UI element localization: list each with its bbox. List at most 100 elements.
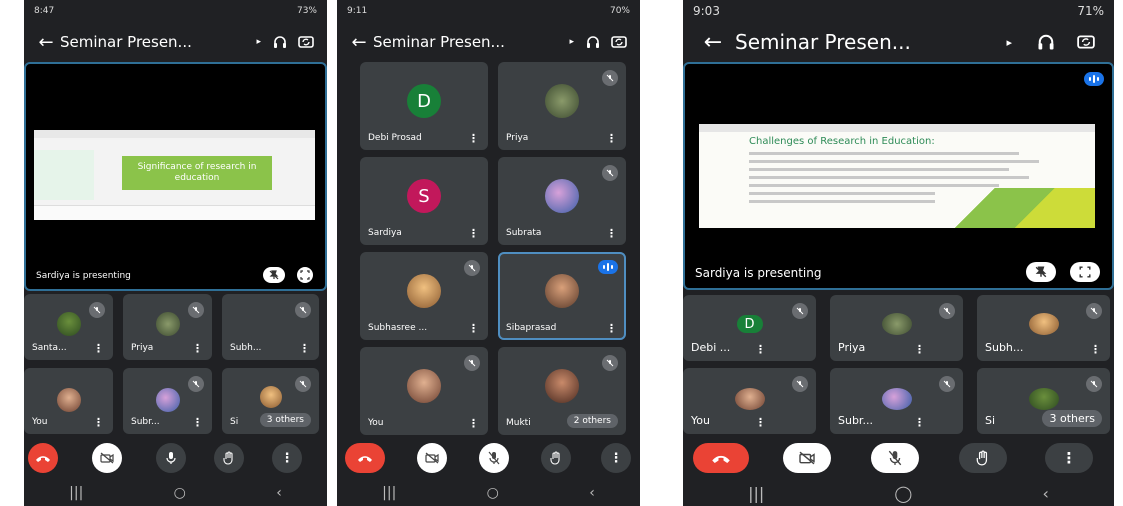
others-count[interactable]: 2 others xyxy=(566,414,618,428)
unpin-icon[interactable] xyxy=(263,267,285,283)
raise-hand-button[interactable] xyxy=(959,443,1007,473)
participant-name: Priya xyxy=(838,341,866,354)
microphone-button[interactable] xyxy=(156,443,186,473)
participant-tile[interactable]: Subr... ⋮ xyxy=(123,368,212,434)
recent-apps-icon[interactable]: ||| xyxy=(748,484,764,503)
presentation-view[interactable]: Significance of research in education Sa… xyxy=(24,62,327,291)
recent-apps-icon[interactable]: ||| xyxy=(69,485,83,501)
end-call-button[interactable] xyxy=(693,443,749,473)
home-icon[interactable]: ◯ xyxy=(894,484,912,503)
camera-off-button[interactable] xyxy=(417,443,447,473)
more-options-icon[interactable]: ⋮ xyxy=(468,227,479,240)
more-options-icon[interactable]: ⋮ xyxy=(914,416,925,429)
participant-tile[interactable]: D Debi Prosad ⋮ xyxy=(360,62,488,150)
home-icon[interactable]: ○ xyxy=(174,485,186,501)
others-count[interactable]: 3 others xyxy=(259,413,311,427)
back-icon[interactable]: ‹ xyxy=(276,485,282,501)
switch-camera-icon[interactable] xyxy=(1066,29,1106,55)
participant-tile[interactable]: Subr... ⋮ xyxy=(830,368,963,434)
more-options-icon[interactable]: ⋮ xyxy=(755,416,766,429)
title-chevron-icon[interactable]: ▸ xyxy=(256,37,261,47)
participant-name: Subhasree ... xyxy=(368,323,428,333)
back-icon[interactable]: ‹ xyxy=(1043,484,1049,503)
headphones-icon[interactable] xyxy=(580,29,606,55)
more-options-icon[interactable]: ⋮ xyxy=(93,342,104,355)
back-arrow-icon[interactable]: ← xyxy=(32,32,60,53)
switch-camera-icon[interactable] xyxy=(293,29,319,55)
participant-tile[interactable]: You ⋮ xyxy=(24,368,113,434)
participant-tile[interactable]: You ⋮ xyxy=(683,368,816,434)
participant-photo xyxy=(56,388,81,412)
participant-tile[interactable]: Mukti 2 others xyxy=(498,347,626,435)
participant-tile[interactable]: Subh... ⋮ xyxy=(977,295,1110,361)
participant-tile[interactable]: Santa... ⋮ xyxy=(24,294,113,360)
participant-tile-active-speaker[interactable]: Sibaprasad ⋮ xyxy=(498,252,626,340)
muted-mic-icon xyxy=(188,376,204,392)
title-chevron-icon[interactable]: ▸ xyxy=(1006,36,1012,49)
participant-photo xyxy=(545,84,579,118)
meeting-title[interactable]: Seminar Presen... xyxy=(60,33,256,51)
muted-mic-icon xyxy=(464,355,480,371)
microphone-off-button[interactable] xyxy=(479,443,509,473)
headphones-icon[interactable] xyxy=(267,29,293,55)
back-icon[interactable]: ‹ xyxy=(589,485,595,501)
more-options-icon[interactable]: ⋮ xyxy=(468,322,479,335)
recent-apps-icon[interactable]: ||| xyxy=(382,485,396,501)
end-call-button[interactable] xyxy=(28,443,58,473)
title-chevron-icon[interactable]: ▸ xyxy=(569,37,574,47)
participant-tile[interactable]: Subrata ⋮ xyxy=(498,157,626,245)
android-nav-bar: ||| ◯ ‹ xyxy=(683,480,1114,506)
meeting-title[interactable]: Seminar Presen... xyxy=(735,30,1006,54)
more-options-icon[interactable]: ⋮ xyxy=(299,342,310,355)
participant-tile[interactable]: You ⋮ xyxy=(360,347,488,435)
camera-off-button[interactable] xyxy=(92,443,122,473)
participant-tile[interactable]: Si 3 others xyxy=(222,368,319,434)
switch-camera-icon[interactable] xyxy=(606,29,632,55)
more-options-icon[interactable]: ⋮ xyxy=(93,416,104,429)
camera-off-button[interactable] xyxy=(783,443,831,473)
participant-tile[interactable]: Priya ⋮ xyxy=(498,62,626,150)
participant-tile[interactable]: Si 3 others xyxy=(977,368,1110,434)
more-options-icon[interactable]: ⋮ xyxy=(606,322,617,335)
participant-tile[interactable]: S Sardiya ⋮ xyxy=(360,157,488,245)
more-options-icon[interactable]: ⋮ xyxy=(755,343,766,356)
more-options-icon[interactable]: ⋮ xyxy=(468,417,479,430)
more-options-button[interactable]: ⋮ xyxy=(1045,443,1093,473)
microphone-off-button[interactable] xyxy=(871,443,919,473)
participant-tile[interactable]: Subhasree ... ⋮ xyxy=(360,252,488,340)
more-options-icon[interactable]: ⋮ xyxy=(192,342,203,355)
participant-tile[interactable]: Priya ⋮ xyxy=(830,295,963,361)
more-options-button[interactable]: ⋮ xyxy=(601,443,631,473)
more-options-icon[interactable]: ⋮ xyxy=(606,132,617,145)
more-options-icon[interactable]: ⋮ xyxy=(914,343,925,356)
participant-tile[interactable]: D Debi ... ⋮ xyxy=(683,295,816,361)
more-options-icon[interactable]: ⋮ xyxy=(1090,343,1101,356)
muted-mic-icon xyxy=(939,303,955,319)
back-arrow-icon[interactable]: ← xyxy=(345,32,373,53)
back-arrow-icon[interactable]: ← xyxy=(691,30,735,55)
participant-tile[interactable]: Subh... ⋮ xyxy=(222,294,319,360)
end-call-button[interactable] xyxy=(345,443,385,473)
more-options-icon[interactable]: ⋮ xyxy=(468,132,479,145)
others-count[interactable]: 3 others xyxy=(1042,410,1102,427)
participant-photo xyxy=(881,313,912,335)
meeting-title[interactable]: Seminar Presen... xyxy=(373,33,569,51)
presentation-view[interactable]: Challenges of Research in Education: Sar… xyxy=(683,62,1114,290)
more-options-icon[interactable]: ⋮ xyxy=(606,227,617,240)
fullscreen-icon[interactable] xyxy=(1070,262,1100,282)
unpin-icon[interactable] xyxy=(1026,262,1056,282)
participant-name: Subh... xyxy=(230,343,262,353)
more-options-icon[interactable]: ⋮ xyxy=(192,416,203,429)
home-icon[interactable]: ○ xyxy=(487,485,499,501)
fullscreen-icon[interactable] xyxy=(297,267,313,283)
muted-mic-icon xyxy=(295,376,311,392)
muted-mic-icon xyxy=(602,70,618,86)
participant-tile[interactable]: Priya ⋮ xyxy=(123,294,212,360)
headphones-icon[interactable] xyxy=(1026,29,1066,55)
raise-hand-button[interactable] xyxy=(214,443,244,473)
participant-avatar: D xyxy=(407,84,441,118)
raise-hand-button[interactable] xyxy=(541,443,571,473)
speaking-indicator-icon xyxy=(1084,72,1104,86)
participant-photo xyxy=(545,369,579,403)
more-options-button[interactable]: ⋮ xyxy=(272,443,302,473)
